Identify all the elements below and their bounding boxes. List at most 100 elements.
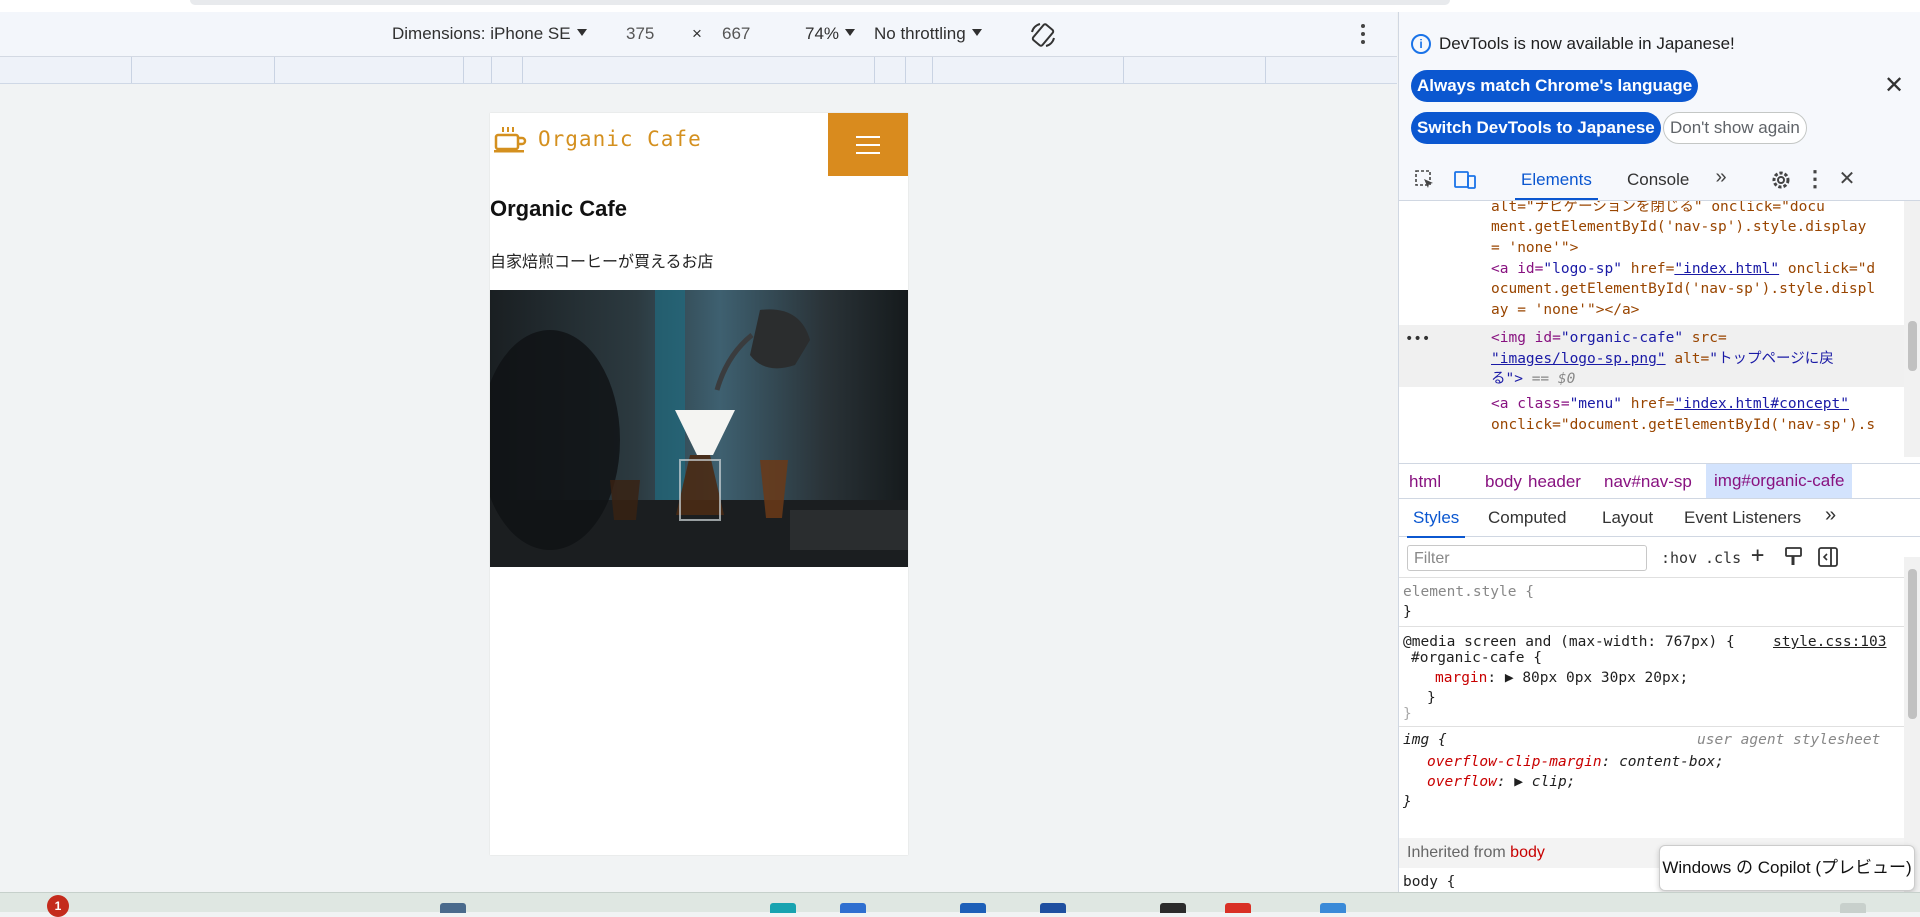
crumb-nav[interactable]: nav#nav-sp — [1604, 472, 1692, 492]
rule-close: } — [1403, 604, 1412, 620]
throttling-value: No throttling — [874, 24, 966, 43]
taskbar-app-icon[interactable] — [440, 903, 466, 913]
taskbar-app-icon[interactable] — [960, 903, 986, 913]
paint-brush-icon[interactable] — [1783, 546, 1805, 568]
dom-line: ocument.getElementById('nav-sp').style.d… — [1491, 281, 1876, 297]
devtools-panel: i DevTools is now available in Japanese!… — [1398, 12, 1920, 892]
tab-event-listeners[interactable]: Event Listeners — [1684, 508, 1801, 528]
close-devtools-icon[interactable]: ✕ — [1835, 166, 1859, 190]
menu-bar — [856, 135, 880, 138]
styles-filter-input[interactable]: Filter — [1407, 545, 1647, 571]
source-link[interactable]: style.css:103 — [1773, 632, 1887, 652]
taskbar-app-icon[interactable] — [840, 903, 866, 913]
inspect-element-icon[interactable] — [1413, 168, 1437, 192]
breadcrumb: html body header nav#nav-sp img#organic-… — [1399, 463, 1920, 499]
dom-node-organic-cafe[interactable]: <img id="organic-cafe" src= — [1491, 328, 1901, 349]
dom-line: ay = 'none'"></a> — [1491, 302, 1640, 318]
device-toggle-icon[interactable] — [1453, 168, 1477, 192]
height-input[interactable]: 667 — [722, 24, 750, 44]
page-subtitle: 自家焙煎コーヒーが買えるお店 — [490, 252, 714, 271]
dom-line: = 'none'"> — [1491, 240, 1579, 256]
tab-console[interactable]: Console — [1627, 170, 1689, 190]
taskbar-clock[interactable] — [1840, 903, 1866, 913]
taskbar-app-icon[interactable] — [1160, 903, 1186, 913]
banner-message-row: i DevTools is now available in Japanese! — [1411, 34, 1735, 54]
hov-toggle[interactable]: :hov — [1661, 549, 1697, 567]
rotate-icon[interactable] — [1028, 20, 1058, 50]
coffee-cup-icon — [494, 127, 527, 153]
zoom-select[interactable]: 74% — [805, 24, 856, 44]
devtools-tabbar: Elements Console » ⋮ ✕ — [1399, 160, 1920, 201]
media-query-ruler[interactable] — [0, 57, 1397, 84]
device-viewport: Organic Cafe Organic Cafe 自家焙煎コーヒーが買えるお店 — [0, 84, 1397, 892]
taskbar-app-icon[interactable] — [1225, 903, 1251, 913]
hamburger-menu-button[interactable] — [828, 113, 908, 176]
browser-top-strip — [0, 0, 1920, 12]
tab-computed[interactable]: Computed — [1488, 508, 1566, 528]
info-icon: i — [1411, 34, 1431, 54]
device-toolbar: Dimensions: iPhone SE 375 × 667 74% No t… — [0, 12, 1397, 57]
crumb-html[interactable]: html — [1409, 472, 1441, 492]
switch-to-japanese-button[interactable]: Switch DevTools to Japanese — [1411, 112, 1661, 144]
node-actions-icon[interactable]: ••• — [1405, 329, 1430, 350]
copilot-tooltip: Windows の Copilot (プレビュー) — [1659, 845, 1915, 891]
dom-node-logo-sp[interactable]: <a id="logo-sp" href="index.html" onclic… — [1491, 259, 1901, 280]
banner-message: DevTools is now available in Japanese! — [1439, 34, 1735, 53]
width-input[interactable]: 375 — [626, 24, 654, 44]
address-bar-edge — [190, 0, 1450, 5]
page-title: Organic Cafe — [490, 196, 627, 221]
new-rule-icon[interactable]: + — [1751, 543, 1764, 568]
taskbar-app-icon[interactable] — [1320, 903, 1346, 913]
crumb-body[interactable]: body — [1485, 472, 1522, 492]
ua-declaration: overflow: ▶ clip; — [1427, 774, 1576, 790]
element-style-selector: element.style { — [1403, 584, 1534, 600]
styles-filter-bar: Filter :hov .cls + — [1399, 537, 1904, 578]
hero-coffee-photo — [490, 290, 908, 567]
site-logo[interactable]: Organic Cafe — [494, 125, 702, 153]
margin-declaration[interactable]: margin: ▶ 80px 0px 30px 20px; — [1435, 668, 1688, 688]
tab-styles[interactable]: Styles — [1406, 508, 1466, 538]
settings-gear-icon[interactable] — [1769, 168, 1793, 192]
taskbar-app-icon[interactable] — [1040, 903, 1066, 913]
language-banner: i DevTools is now available in Japanese!… — [1399, 12, 1920, 160]
windows-taskbar: 1 — [0, 892, 1920, 917]
crumb-img[interactable]: img#organic-cafe — [1706, 464, 1853, 498]
chevron-down-icon — [845, 29, 856, 36]
dom-line: onclick="document.getElementById('nav-sp… — [1491, 417, 1876, 433]
rule-close: } — [1403, 794, 1412, 810]
toggle-sidebar-icon[interactable] — [1817, 546, 1839, 568]
emulated-page: Organic Cafe Organic Cafe 自家焙煎コーヒーが買えるお店 — [490, 113, 908, 855]
menu-bar — [856, 143, 880, 146]
dom-node-menu[interactable]: <a class="menu" href="index.html#concept… — [1491, 394, 1901, 415]
crumb-header[interactable]: header — [1528, 472, 1581, 492]
tab-elements[interactable]: Elements — [1515, 170, 1598, 200]
inherited-from-link[interactable]: body — [1510, 844, 1545, 861]
site-header: Organic Cafe — [490, 113, 908, 176]
taskbar-app-icon[interactable] — [770, 903, 796, 913]
more-subtabs-icon[interactable]: » — [1825, 504, 1836, 527]
ua-stylesheet-label: user agent stylesheet — [1697, 732, 1881, 748]
chevron-down-icon — [971, 29, 982, 36]
tab-layout[interactable]: Layout — [1602, 508, 1653, 528]
dom-line: alt="ナビゲーションを閉じる" onclick="docu — [1491, 201, 1825, 215]
notification-badge[interactable]: 1 — [47, 895, 69, 917]
styles-subtabbar: Styles Computed Layout Event Listeners » — [1399, 498, 1920, 538]
more-tabs-icon[interactable]: » — [1709, 166, 1733, 190]
ua-declaration: overflow-clip-margin: content-box; — [1427, 754, 1724, 770]
always-match-language-button[interactable]: Always match Chrome's language — [1411, 70, 1699, 102]
dom-line: ment.getElementById('nav-sp').style.disp… — [1491, 219, 1867, 235]
organic-cafe-selector: #organic-cafe { — [1411, 650, 1542, 666]
throttling-select[interactable]: No throttling — [874, 24, 982, 44]
banner-close-icon[interactable]: ✕ — [1884, 74, 1904, 98]
dimension-times: × — [692, 24, 702, 43]
styles-scrollbar[interactable] — [1904, 557, 1920, 892]
customize-menu-icon[interactable]: ⋮ — [1803, 166, 1827, 191]
dont-show-again-button[interactable]: Don't show again — [1663, 112, 1807, 144]
rule-close: } — [1427, 690, 1436, 706]
more-options-icon[interactable] — [1360, 24, 1366, 48]
dom-tree[interactable]: ••• alt="ナビゲーションを閉じる" onclick="docu ment… — [1399, 201, 1904, 457]
media-close: } — [1403, 706, 1412, 722]
cls-toggle[interactable]: .cls — [1705, 549, 1741, 567]
dimensions-select[interactable]: Dimensions: iPhone SE — [392, 24, 587, 44]
dom-scrollbar[interactable] — [1904, 201, 1920, 457]
